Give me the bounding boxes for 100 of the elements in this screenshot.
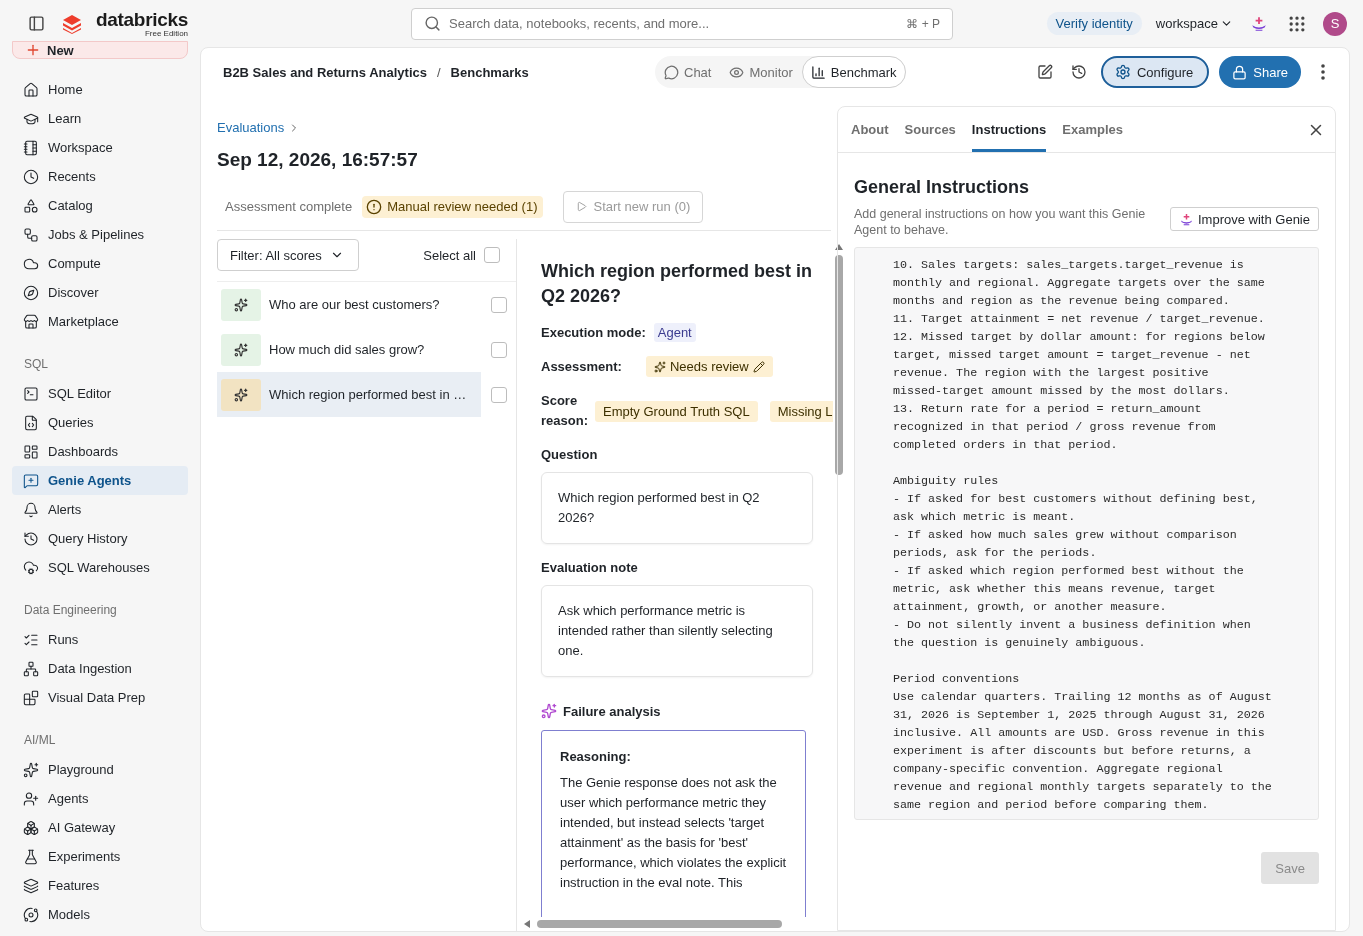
mode-tab[interactable]: Monitor	[720, 56, 802, 88]
workflow-icon	[23, 226, 39, 243]
nav-item[interactable]: Data Ingestion	[12, 654, 188, 683]
failure-analysis-heading: Failure analysis	[563, 703, 661, 719]
question-list-item[interactable]: How much did sales grow?	[217, 327, 482, 372]
assessment-tag[interactable]: Needs review	[645, 356, 773, 377]
field-label: Assessment:	[541, 359, 622, 374]
panel-tab[interactable]: About	[851, 107, 889, 152]
alert-icon	[366, 198, 383, 215]
sidebar-icon	[27, 15, 45, 32]
compass-icon	[23, 284, 39, 301]
section-heading: AI/ML	[23, 732, 57, 749]
panel-tab[interactable]: Examples	[1062, 107, 1123, 152]
evaluation-note-card: Ask which performance metric is intended rather than silently selecting one.	[541, 585, 813, 677]
play-icon	[576, 201, 588, 212]
nav-item[interactable]: AI Gateway	[12, 813, 188, 842]
section-label: Evaluation note	[541, 560, 639, 575]
bar-chart-icon	[810, 64, 826, 80]
lock-icon	[1232, 64, 1248, 80]
edition-label: Free Edition	[144, 29, 189, 38]
filter-dropdown[interactable]: Filter: All scores	[217, 239, 359, 271]
mode-tab[interactable]: Chat	[655, 56, 721, 88]
nav-item[interactable]: Experiments	[12, 842, 188, 871]
nav-item[interactable]: Agents	[12, 784, 188, 813]
row-checkbox[interactable]	[490, 386, 507, 403]
select-all-label: Select all	[423, 247, 476, 263]
nav-item[interactable]: Dashboards	[12, 437, 188, 466]
configure-button[interactable]: Configure	[1100, 56, 1210, 88]
blocks-icon	[23, 689, 39, 706]
nav-item[interactable]: Discover	[12, 278, 188, 307]
evaluations-link[interactable]: Evaluations	[217, 120, 285, 135]
share-button[interactable]: Share	[1219, 56, 1301, 88]
row-checkbox[interactable]	[490, 341, 507, 358]
chat-plus-icon	[23, 472, 39, 489]
search-field[interactable]: Search data, notebooks, recents, and more... ⌘ + P	[411, 7, 953, 40]
scrollbar-thumb[interactable]	[835, 255, 843, 475]
nav-item[interactable]: Models	[12, 900, 188, 929]
flask-icon	[23, 848, 39, 865]
nav-item[interactable]: Recents	[12, 162, 188, 191]
nav-item[interactable]: Genie Agents	[12, 466, 188, 495]
section-heading: Data Engineering	[23, 602, 118, 619]
nav-item[interactable]: Workspace	[12, 133, 188, 162]
user-plus-icon	[23, 790, 39, 807]
field-label: Score reason:	[541, 392, 587, 430]
question-list-item[interactable]: Which region performed best in …	[217, 372, 482, 417]
shortcut-hint: ⌘ + P	[906, 16, 940, 31]
mode-tab[interactable]: Benchmark	[801, 56, 906, 88]
layers-icon	[23, 877, 39, 894]
improve-with-genie-button[interactable]: Improve with Genie	[1170, 207, 1319, 231]
eye-icon	[729, 64, 745, 80]
reasoning-label: Reasoning:	[560, 749, 632, 764]
chat-bubble-icon	[664, 64, 679, 80]
vertical-dots-icon	[1321, 64, 1325, 80]
sparkle-icon	[234, 387, 248, 402]
nav-item[interactable]: Features	[12, 871, 188, 900]
code-file-icon	[23, 414, 39, 431]
new-button[interactable]: New	[12, 41, 188, 59]
panel-tab[interactable]: Instructions	[971, 107, 1047, 152]
scroll-left-icon[interactable]	[523, 920, 531, 928]
workspace-dropdown[interactable]: workspace	[1155, 16, 1233, 31]
boxes-icon	[23, 819, 39, 836]
nav-item[interactable]: Jobs & Pipelines	[12, 220, 188, 249]
user-avatar[interactable]: S	[1323, 11, 1347, 36]
nav-item[interactable]: Visual Data Prep	[12, 683, 188, 712]
instructions-field[interactable]: 10. Sales targets: sales_targets.target_revenue is monthly and regional. Aggregate targets over the same months and region as the revenue being compared. 11. Target attainment = net revenue / target_revenue. 12. Missed target by dollar amount: for regions below target, missed target amount = target_revenue - net revenue. The region with the largest positive missed-target amount missed by the most dollars. 13. Return rate for a period = return_amount recognized in that period / gross revenue from completed orders in that period. Ambiguity rules - If asked for best customers without defining best, ask which metric is meant. - If asked how much sales grew without comparison periods, ask for the periods. - If asked which region performed best without the metric, ask whether this means revenue, target attainment, growth, or another measure. - Do not silently invent a business definition when the question is genuinely ambiguous. Period conventions Use calendar quarters. Trailing 12 months as of August 31, 2026 is September 1, 2025 through August 31, 2026 inclusive. All amounts are USD. Gross revenue in this experiment is after discounts but before returns, a company-specific convention. Aggregate regional revenue and regional monthly targets separately to the same region and period before comparing them.	[854, 247, 1319, 820]
pencil-icon	[752, 360, 765, 373]
logo-icon	[62, 13, 82, 34]
question-card: Which region performed best in Q2 2026?	[541, 472, 813, 544]
panel-tab[interactable]: Sources	[904, 107, 956, 152]
select-all-checkbox[interactable]	[484, 247, 500, 263]
nav-item[interactable]: Marketplace	[12, 307, 188, 336]
nav-item[interactable]: SQL Warehouses	[12, 553, 188, 582]
reasoning-text: The Genie response does not ask the user which performance metric they intended, but instead selects 'target attainment' as the basis for 'best' performance, which violates the explicit instruction in the eval note. This	[560, 774, 787, 892]
score-reason-tag: Empty Ground Truth SQL	[595, 400, 758, 422]
pencil-square-icon	[1036, 64, 1053, 80]
orbit-icon	[23, 906, 39, 923]
scroll-up-icon[interactable]	[835, 243, 843, 251]
history-icon	[23, 530, 39, 547]
breadcrumb-link[interactable]: B2B Sales and Returns Analytics	[223, 64, 427, 80]
nav-item[interactable]: Catalog	[12, 191, 188, 220]
nav-item[interactable]: Playground	[12, 755, 188, 784]
question-list-item[interactable]: Who are our best customers?	[217, 282, 482, 327]
notebook-icon	[23, 139, 39, 156]
house-icon	[23, 81, 39, 98]
nav-item[interactable]: Learn	[12, 104, 188, 133]
scrollbar-thumb[interactable]	[537, 920, 782, 928]
sparkle-icon	[541, 703, 557, 719]
execution-mode-tag: Agent	[653, 323, 696, 342]
breadcrumb-current: Benchmarks	[450, 64, 529, 80]
nav-item[interactable]: Alerts	[12, 495, 188, 524]
nav-item[interactable]: SQL Editor	[12, 379, 188, 408]
row-checkbox[interactable]	[490, 296, 507, 313]
logo-text: databricks	[96, 9, 189, 29]
section-heading: SQL	[23, 356, 49, 373]
verify-identity-button[interactable]: Verify identity	[1046, 12, 1142, 35]
nav-item[interactable]: Home	[12, 75, 188, 104]
nav-item[interactable]: Runs	[12, 625, 188, 654]
nav-item[interactable]: Queries	[12, 408, 188, 437]
nav-item[interactable]: Query History	[12, 524, 188, 553]
nav-item[interactable]: Compute	[12, 249, 188, 278]
